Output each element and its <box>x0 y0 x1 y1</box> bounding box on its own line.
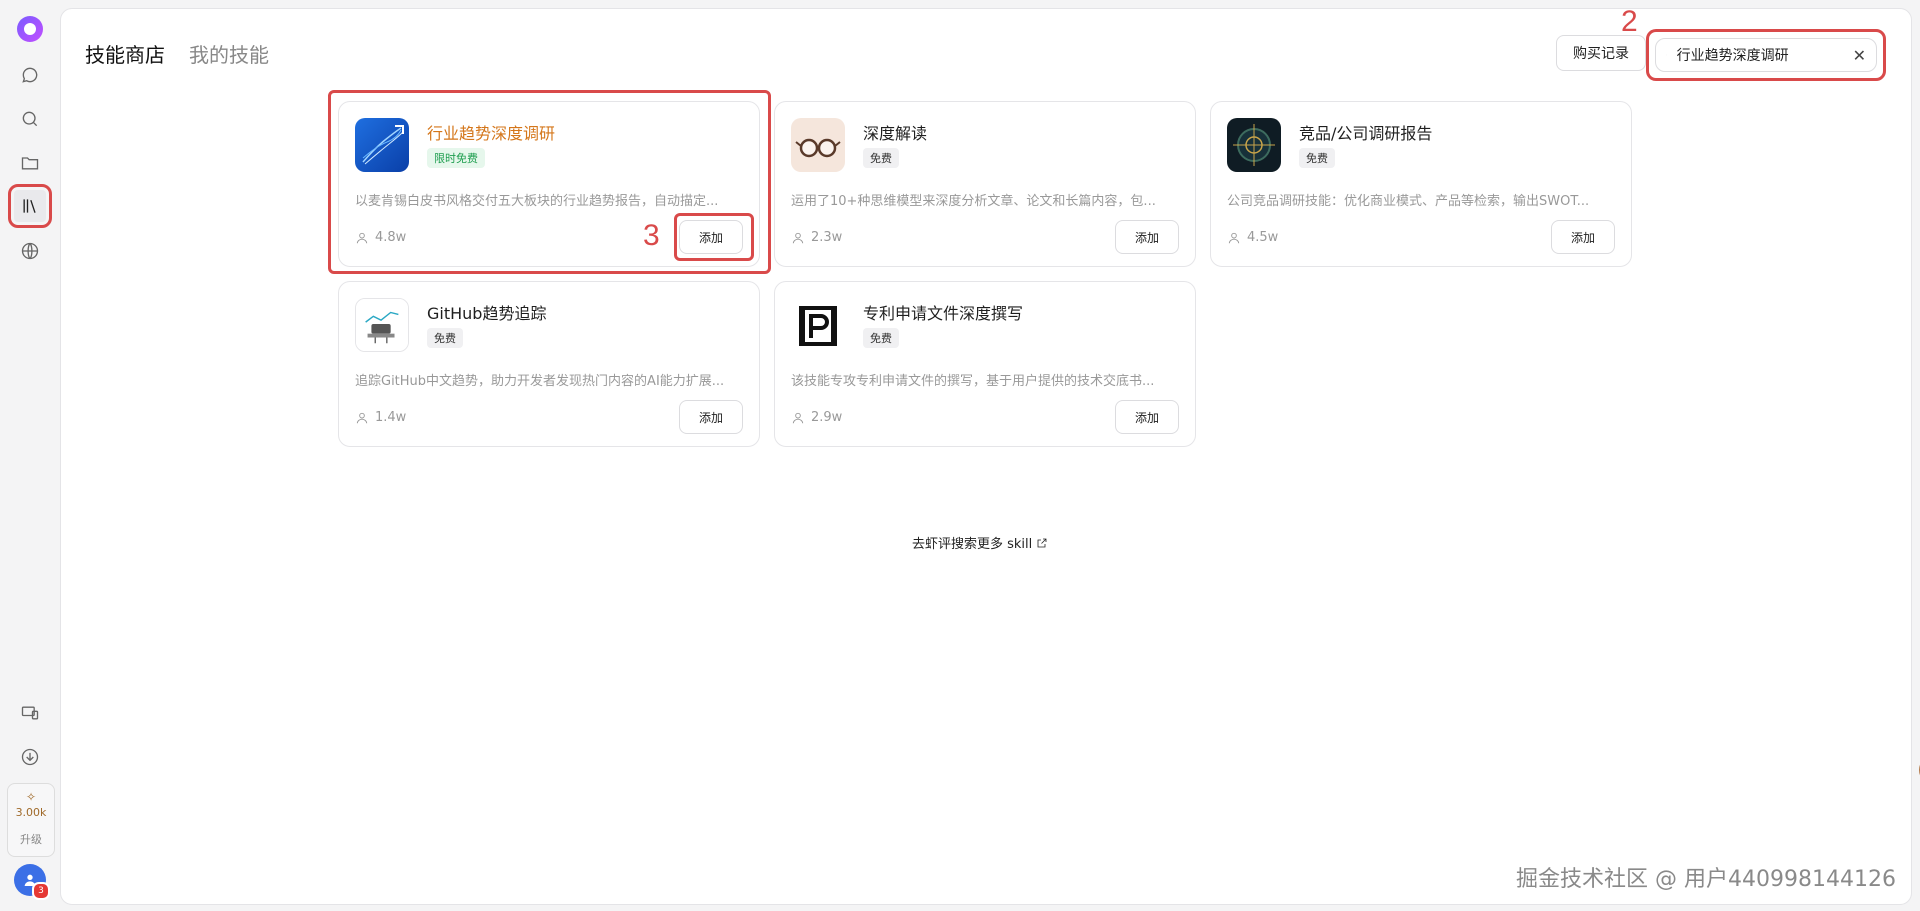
search-icon[interactable] <box>14 103 46 135</box>
annotation-3: 3 <box>643 219 660 252</box>
user-count: 2.9w <box>791 410 842 425</box>
skill-title[interactable]: 竞品/公司调研报告 <box>1299 120 1432 144</box>
user-icon <box>356 232 368 243</box>
tab-skill-store[interactable]: 技能商店 <box>85 39 165 68</box>
more-skills-link[interactable]: 去虾评搜索更多 skill <box>912 533 1048 552</box>
user-icon <box>792 412 804 423</box>
user-avatar[interactable]: 3 <box>14 864 50 900</box>
skill-title[interactable]: 行业趋势深度调研 <box>427 120 555 144</box>
more-skills-label: 去虾评搜索更多 skill <box>912 537 1033 552</box>
skill-description: 以麦肯锡白皮书风格交付五大板块的行业趋势报告，自动描定... <box>355 194 719 209</box>
add-button[interactable]: 添加 <box>1115 400 1179 434</box>
user-count: 1.4w <box>355 410 406 425</box>
skill-description: 公司竞品调研技能：优化商业模式、产品等检索，输出SWOT... <box>1227 194 1590 209</box>
sparkle-icon: ✧ <box>25 790 37 804</box>
skill-card[interactable]: 深度解读 免费 运用了10+种思维模型来深度分析文章、论文和长篇内容，包... … <box>774 101 1196 267</box>
buy-records-button[interactable]: 购买记录 <box>1556 35 1646 71</box>
app-logo[interactable] <box>17 16 43 42</box>
user-icon <box>356 412 368 423</box>
user-count-value: 2.9w <box>811 410 843 425</box>
skill-thumbnail <box>355 298 409 352</box>
external-link-icon <box>1037 538 1047 547</box>
skill-card[interactable]: GitHub趋势追踪 免费 追踪GitHub中文趋势，助力开发者发现热门内容的A… <box>338 281 760 447</box>
sidebar: ✧ 3.00k 升级 3 <box>0 0 60 911</box>
search-highlight-box: ✕ <box>1646 29 1886 81</box>
globe-icon[interactable] <box>14 235 46 267</box>
search-icon <box>1666 54 1667 56</box>
skill-card[interactable]: 竞品/公司调研报告 免费 公司竞品调研技能：优化商业模式、产品等检索，输出SWO… <box>1210 101 1632 267</box>
download-icon[interactable] <box>14 741 46 773</box>
skill-card[interactable]: 专利申请文件深度撰写 免费 该技能专攻专利申请文件的撰写，基于用户提供的技术交底… <box>774 281 1196 447</box>
add-button[interactable]: 添加 <box>679 400 743 434</box>
user-count: 4.5w <box>1227 230 1278 245</box>
price-tag: 免费 <box>863 148 899 168</box>
user-count-value: 2.3w <box>811 230 843 245</box>
skill-title[interactable]: GitHub趋势追踪 <box>427 300 546 324</box>
user-count: 4.8w <box>355 230 406 245</box>
skill-thumbnail <box>791 298 845 352</box>
clear-search-icon[interactable]: ✕ <box>1853 46 1866 65</box>
watermark: 掘金技术社区 @ 用户440998144126 <box>1516 867 1896 892</box>
skill-thumbnail <box>791 118 845 172</box>
annotation-2: 2 <box>1621 5 1638 38</box>
user-count-value: 1.4w <box>375 410 407 425</box>
user-count-value: 4.8w <box>375 230 407 245</box>
devices-icon[interactable] <box>14 697 46 729</box>
credits-panel[interactable]: ✧ 3.00k 升级 <box>7 783 55 857</box>
skill-title[interactable]: 深度解读 <box>863 120 927 144</box>
add-button[interactable]: 添加 <box>1551 220 1615 254</box>
add-button-highlight-box <box>674 213 754 261</box>
price-tag: 免费 <box>863 328 899 348</box>
user-count-value: 4.5w <box>1247 230 1279 245</box>
skill-description: 追踪GitHub中文趋势，助力开发者发现热门内容的AI能力扩展... <box>355 374 725 389</box>
tab-my-skills[interactable]: 我的技能 <box>189 39 269 68</box>
skill-description: 运用了10+种思维模型来深度分析文章、论文和长篇内容，包... <box>791 194 1156 209</box>
skill-thumbnail <box>355 118 409 172</box>
price-tag: 免费 <box>1299 148 1335 168</box>
skill-title[interactable]: 专利申请文件深度撰写 <box>863 300 1023 324</box>
upgrade-label[interactable]: 升级 <box>20 831 42 847</box>
skill-library-icon[interactable] <box>8 184 52 228</box>
tab-bar: 技能商店 我的技能 <box>85 39 269 68</box>
user-icon <box>792 232 804 243</box>
price-tag: 限时免费 <box>427 148 485 168</box>
folder-icon[interactable] <box>14 147 46 179</box>
price-tag: 免费 <box>427 328 463 348</box>
search-input[interactable] <box>1674 46 1853 64</box>
skill-description: 该技能专攻专利申请文件的撰写，基于用户提供的技术交底书... <box>791 374 1155 389</box>
user-count: 2.3w <box>791 230 842 245</box>
notification-badge: 3 <box>32 882 50 900</box>
user-icon <box>1228 232 1240 243</box>
main-panel: 技能商店 我的技能 购买记录 2 ✕ 行业趋势深度调研 限时免费 以麦肯锡白皮书… <box>60 5 1920 905</box>
skill-thumbnail <box>1227 118 1281 172</box>
add-button[interactable]: 添加 <box>1115 220 1179 254</box>
search-box: ✕ <box>1655 38 1877 72</box>
chat-icon[interactable] <box>14 59 46 91</box>
credits-value: 3.00k <box>15 806 47 819</box>
